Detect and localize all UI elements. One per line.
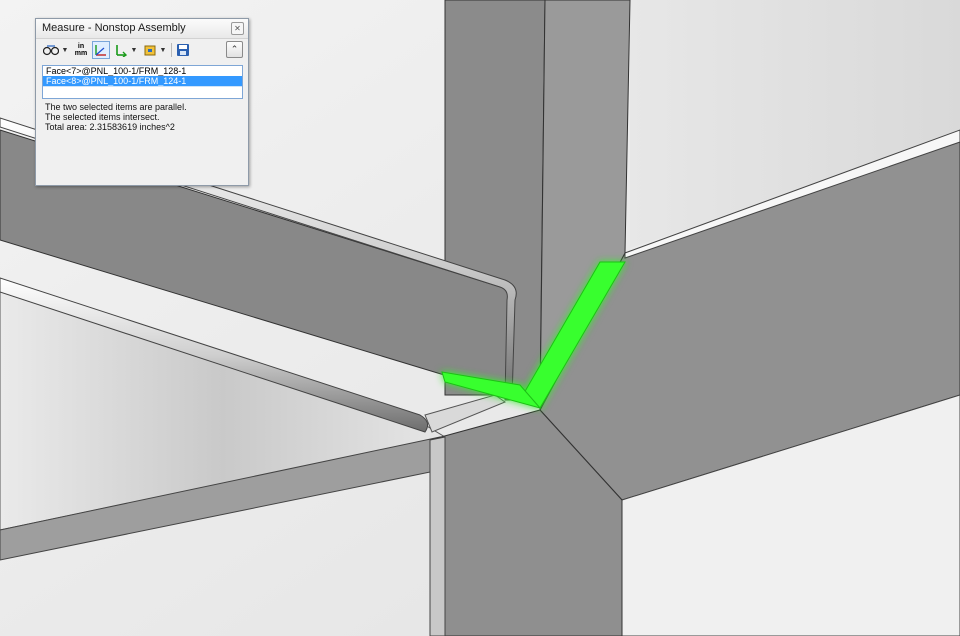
- units-precision-icon[interactable]: in mm: [72, 41, 90, 59]
- arc-options-dropdown[interactable]: ▼: [61, 41, 69, 59]
- selection-empty-slot[interactable]: [43, 86, 242, 97]
- point-to-point-icon[interactable]: [113, 41, 129, 59]
- collapse-button[interactable]: ⌃: [226, 41, 243, 58]
- units-mm-label: mm: [74, 50, 88, 57]
- column-lower-edge: [429, 436, 446, 636]
- measure-toolbar: ▼ in mm ▼ ▼ ⌃: [40, 40, 244, 60]
- units-in-label: in: [77, 43, 85, 50]
- dialog-title: Measure - Nonstop Assembly: [42, 22, 186, 34]
- result-intersect: The selected items intersect.: [45, 112, 160, 122]
- measure-results: The two selected items are parallel. The…: [45, 102, 187, 132]
- save-icon[interactable]: [175, 41, 191, 59]
- result-parallel: The two selected items are parallel.: [45, 102, 187, 112]
- close-icon[interactable]: ✕: [231, 22, 244, 35]
- selection-item-active[interactable]: Face<8>@PNL_100-1/FRM_124-1: [43, 76, 242, 86]
- dialog-titlebar[interactable]: Measure - Nonstop Assembly ✕: [36, 19, 248, 39]
- arc-circle-measure-icon[interactable]: [42, 41, 60, 59]
- toolbar-separator: [171, 43, 172, 57]
- result-total-area: Total area: 2.31583619 inches^2: [45, 122, 175, 132]
- xyz-coordinate-icon[interactable]: [92, 41, 110, 59]
- selection-item[interactable]: Face<7>@PNL_100-1/FRM_128-1: [43, 66, 242, 76]
- measure-dialog: Measure - Nonstop Assembly ✕ ▼ in mm ▼ ▼…: [35, 18, 249, 186]
- sensor-dropdown[interactable]: ▼: [159, 41, 167, 59]
- create-sensor-icon[interactable]: [142, 41, 158, 59]
- projection-dropdown[interactable]: ▼: [130, 41, 138, 59]
- selection-list[interactable]: Face<7>@PNL_100-1/FRM_128-1 Face<8>@PNL_…: [42, 65, 243, 99]
